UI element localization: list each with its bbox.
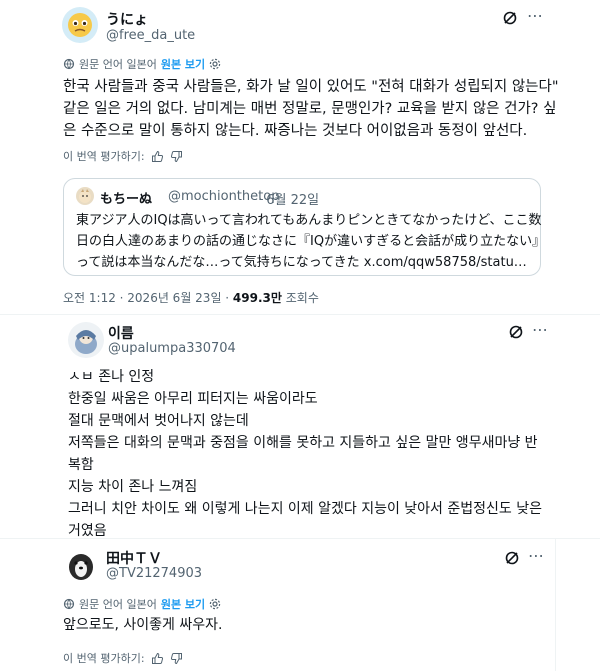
reply-line: ㅅㅂ 존나 인정 xyxy=(68,369,155,385)
show-original-link[interactable]: 원본 보기 xyxy=(161,596,205,612)
translation-label: 원문 언어 일본어 xyxy=(79,598,157,611)
views-label: 조회수 xyxy=(281,291,319,305)
thumbs-up-icon[interactable] xyxy=(151,150,164,163)
grok-icon[interactable] xyxy=(506,322,526,342)
thumbs-down-icon[interactable] xyxy=(170,150,183,163)
reply-line: 한중일 싸움은 아무리 피터지는 싸움이라도 xyxy=(68,391,318,407)
grok-icon[interactable] xyxy=(502,548,522,568)
quote-line: って説は本当なんだな…って気持ちになってきた x.com/qqw58758/st… xyxy=(76,255,527,270)
author-name[interactable]: 이름 xyxy=(108,323,134,343)
thumbs-down-icon[interactable] xyxy=(170,652,183,665)
author-handle[interactable]: @upalumpa330704 xyxy=(108,341,236,356)
post-line: 한국 사람들과 중국 사람들은, 화가 날 일이 있어도 "전혀 대화가 성립되… xyxy=(63,79,559,95)
reply-text: ㅅㅂ 존나 인정 한중일 싸움은 아무리 피터지는 싸움이라도 절대 문맥에서 … xyxy=(68,366,542,542)
avatar[interactable] xyxy=(68,322,104,358)
show-original-link[interactable]: 원본 보기 xyxy=(161,56,205,72)
divider xyxy=(0,538,600,539)
rate-label: 이 번역 평가하기: xyxy=(63,150,145,163)
thread-border xyxy=(555,538,556,671)
avatar[interactable] xyxy=(62,7,98,43)
rate-label: 이 번역 평가하기: xyxy=(63,652,145,665)
avatar[interactable] xyxy=(63,547,99,583)
rate-translation: 이 번역 평가하기: xyxy=(63,650,183,666)
translation-label: 원문 언어 일본어 xyxy=(79,58,157,71)
quote-line: 日の白人達のあまりの話の通じなさに『IQが違いすぎると会話が成り立たない』 xyxy=(76,234,546,249)
divider xyxy=(0,314,600,315)
quote-avatar xyxy=(76,187,94,205)
translate-icon xyxy=(63,598,75,610)
gear-icon[interactable] xyxy=(209,58,221,70)
author-handle[interactable]: @free_da_ute xyxy=(106,28,195,43)
author-name[interactable]: うにょ xyxy=(106,9,148,29)
timestamp[interactable]: 오전 1:12 · 2026년 6월 23일 · xyxy=(63,291,233,305)
translation-notice: 원문 언어 일본어 원본 보기 xyxy=(63,56,221,72)
post-meta: 오전 1:12 · 2026년 6월 23일 · 499.3만 조회수 xyxy=(63,289,319,306)
post-line: 같은 일은 거의 없다. 남미계는 매번 정말로, 문맹인가? 교육을 받지 않… xyxy=(63,101,557,117)
reply-line: 지능 차이 존나 느껴짐 xyxy=(68,479,198,495)
thumbs-up-icon[interactable] xyxy=(151,652,164,665)
translation-notice: 원문 언어 일본어 원본 보기 xyxy=(63,596,221,612)
quote-text: 東アジア人のIQは高いって言われてもあんまりピンときてなかったけど、ここ数 日の… xyxy=(76,210,545,273)
more-icon[interactable]: ⋯ xyxy=(528,548,545,564)
view-count: 499.3만 xyxy=(232,291,282,305)
gear-icon[interactable] xyxy=(209,598,221,610)
quote-author-name: もちーぬ xyxy=(100,192,153,207)
more-icon[interactable]: ⋯ xyxy=(527,8,544,24)
reply-line: 저쪽들은 대화의 문맥과 중점을 이해를 못하고 지들하고 싶은 말만 앵무새마… xyxy=(68,435,538,451)
quote-date: · 6월 22일 xyxy=(258,193,320,208)
post-text: 한국 사람들과 중국 사람들은, 화가 날 일이 있어도 "전혀 대화가 성립되… xyxy=(63,76,559,142)
translate-icon xyxy=(63,58,75,70)
reply-text: 앞으로도, 사이좋게 싸우자. xyxy=(63,617,223,633)
grok-icon[interactable] xyxy=(500,8,520,28)
more-icon[interactable]: ⋯ xyxy=(532,322,549,338)
reply-line: 복함 xyxy=(68,457,94,473)
author-name[interactable]: 田中ＴＶ xyxy=(106,548,162,568)
rate-translation: 이 번역 평가하기: xyxy=(63,148,183,164)
author-handle[interactable]: @TV21274903 xyxy=(106,566,202,581)
reply-line: 그러니 치안 차이도 왜 이렇게 나는지 이제 알겠다 지능이 낮아서 준법정신… xyxy=(68,501,542,517)
quote-line: 東アジア人のIQは高いって言われてもあんまりピンときてなかったけど、ここ数 xyxy=(76,213,542,228)
reply-line: 절대 문맥에서 벗어나지 않는데 xyxy=(68,413,249,429)
post-line: 은 수준으로 말이 통하지 않는다. 짜증나는 것보다 어이없음과 동정이 앞선… xyxy=(63,123,528,139)
